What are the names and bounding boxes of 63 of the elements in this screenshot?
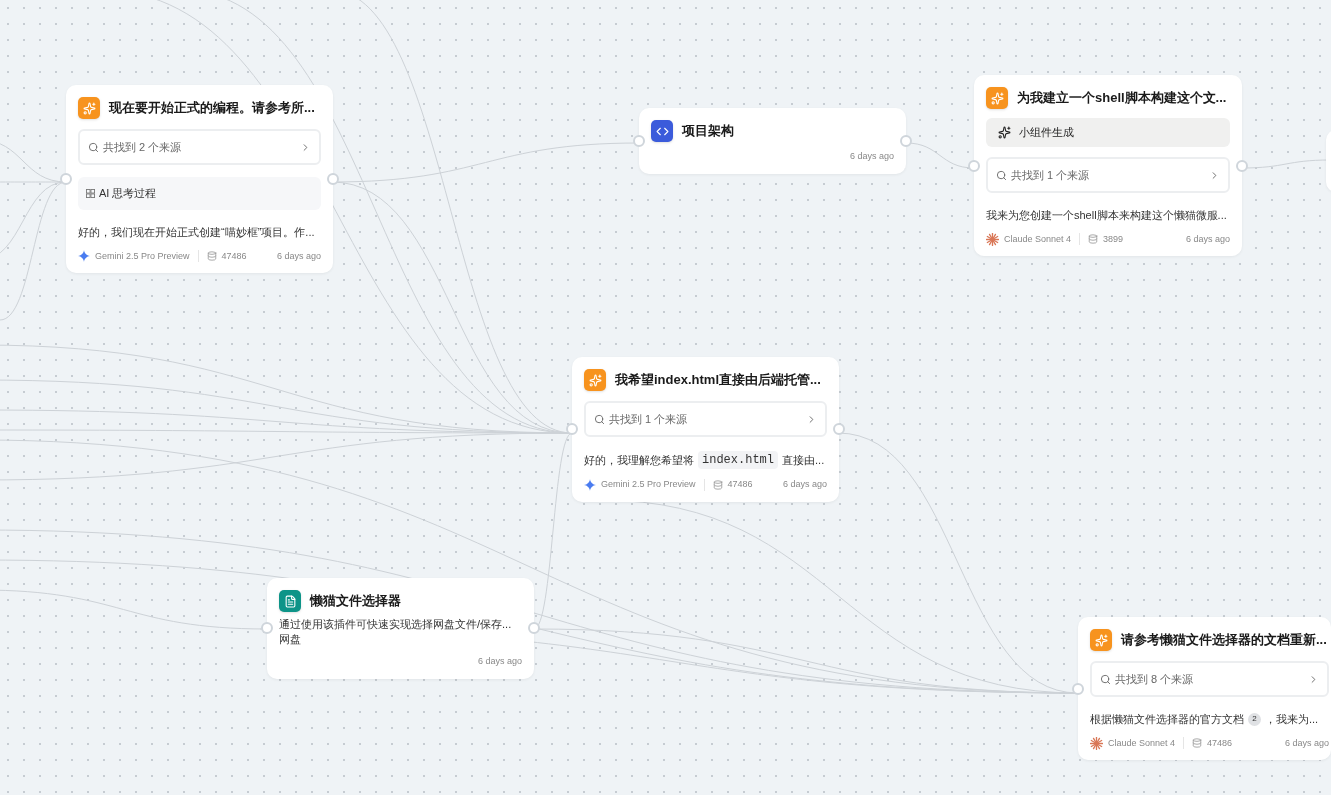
sparkles-icon [998,126,1011,139]
connection-handle[interactable] [968,159,980,172]
token-count: 47486 [221,249,247,263]
sources-button[interactable]: 共找到 1 个来源 [986,157,1230,193]
answer-preview: 好的，我们现在开始正式创建“喵妙框”项目。作... [78,225,316,240]
search-icon [996,169,1007,181]
sparkles-icon [986,87,1008,109]
timestamp: 6 days ago [477,655,522,668]
search-icon [88,141,99,153]
timestamp: 6 days ago [1185,232,1230,246]
sources-button[interactable]: 共找到 1 个来源 [584,401,827,437]
sparkles-icon [584,369,606,391]
database-icon [1192,738,1203,749]
node-title: 为我建立一个shell脚本构建这个文... [1017,89,1227,108]
sparkles-icon [78,97,100,119]
star-logo-icon [584,478,596,491]
thinking-button[interactable]: AI 思考过程 [78,177,321,210]
token-count: 47486 [1207,736,1233,750]
node-title: 现在要开始正式的编程。请参考所... [109,99,315,118]
database-icon [1088,234,1099,245]
timestamp: 6 days ago [276,249,321,263]
model-name: Claude Sonnet 4 [1004,232,1072,246]
timestamp: 6 days ago [849,150,894,163]
model-name: Claude Sonnet 4 [1108,736,1176,750]
timestamp: 6 days ago [1284,736,1329,750]
answer-preview: 我来为您创建一个shell脚本来构建这个懒猫微服... [986,208,1228,223]
node-title: 请参考懒猫文件选择器的文档重新... [1121,631,1327,650]
database-icon [206,251,217,262]
node-card[interactable]: 懒猫文件选择器 通过使用该插件可快速实现选择网盘文件/保存... 网盘 6 days ago [267,578,534,679]
model-name: Gemini 2.5 Pro Preview [601,478,696,491]
code-icon [651,120,673,142]
node-card[interactable]: 项目架构 6 days ago [639,108,906,174]
starburst-logo-icon [986,232,999,246]
connection-handle[interactable] [261,622,273,635]
connection-handle[interactable] [633,134,645,147]
node-card[interactable]: 现在要开始正式的编程。请参考所... 共找到 2 个来源 AI 思考过程 好的，我们现在开始正式创建“喵妙框”项目。作... Gemini 2.5 Pro Preview 47486 6 days ago [66,85,333,273]
token-count: 3899 [1103,232,1124,246]
connection-handle[interactable] [60,173,72,185]
answer-preview: 根据懒猫文件选择器的官方文档 2 ，我来为... [1090,711,1320,728]
widget-chip[interactable]: 小组件生成 [986,118,1230,147]
model-name: Gemini 2.5 Pro Preview [95,249,190,263]
search-icon [594,413,605,425]
grid-icon [86,189,95,198]
connection-handle[interactable] [566,423,578,436]
starburst-logo-icon [1090,736,1103,750]
search-icon [1100,673,1111,685]
answer-preview: 好的，我理解您希望将 index.html 直接由... [584,451,826,469]
node-card[interactable]: 为我建立一个shell脚本构建这个文... 小组件生成 共找到 1 个来源 我来为您创建一个shell脚本来构建这个懒猫微服... Claude Sonnet 4 3899 6 days ago [974,75,1242,256]
description-text: 网盘 [279,632,302,647]
node-title: 我希望index.html直接由后端托管... [615,371,821,390]
document-icon [279,590,301,612]
sparkles-icon [1090,629,1112,651]
description-text: 通过使用该插件可快速实现选择网盘文件/保存... [279,617,513,632]
node-title: 项目架构 [682,122,734,141]
sources-button[interactable]: 共找到 2 个来源 [78,129,321,165]
sources-button[interactable]: 共找到 8 个来源 [1090,661,1329,697]
node-card[interactable]: 请参考懒猫文件选择器的文档重新... 共找到 8 个来源 根据懒猫文件选择器的官方文档 2 ，我来为... Claude Sonnet 4 47486 6 days ago [1078,617,1331,760]
node-title: 懒猫文件选择器 [310,592,401,611]
node-card[interactable]: 我希望index.html直接由后端托管... 共找到 1 个来源 好的，我理解您希望将 index.html 直接由... Gemini 2.5 Pro Preview 47486 6 days ago [572,357,839,502]
timestamp: 6 days ago [782,478,827,491]
token-count: 47486 [727,478,753,491]
database-icon [712,479,723,490]
star-logo-icon [78,250,90,263]
